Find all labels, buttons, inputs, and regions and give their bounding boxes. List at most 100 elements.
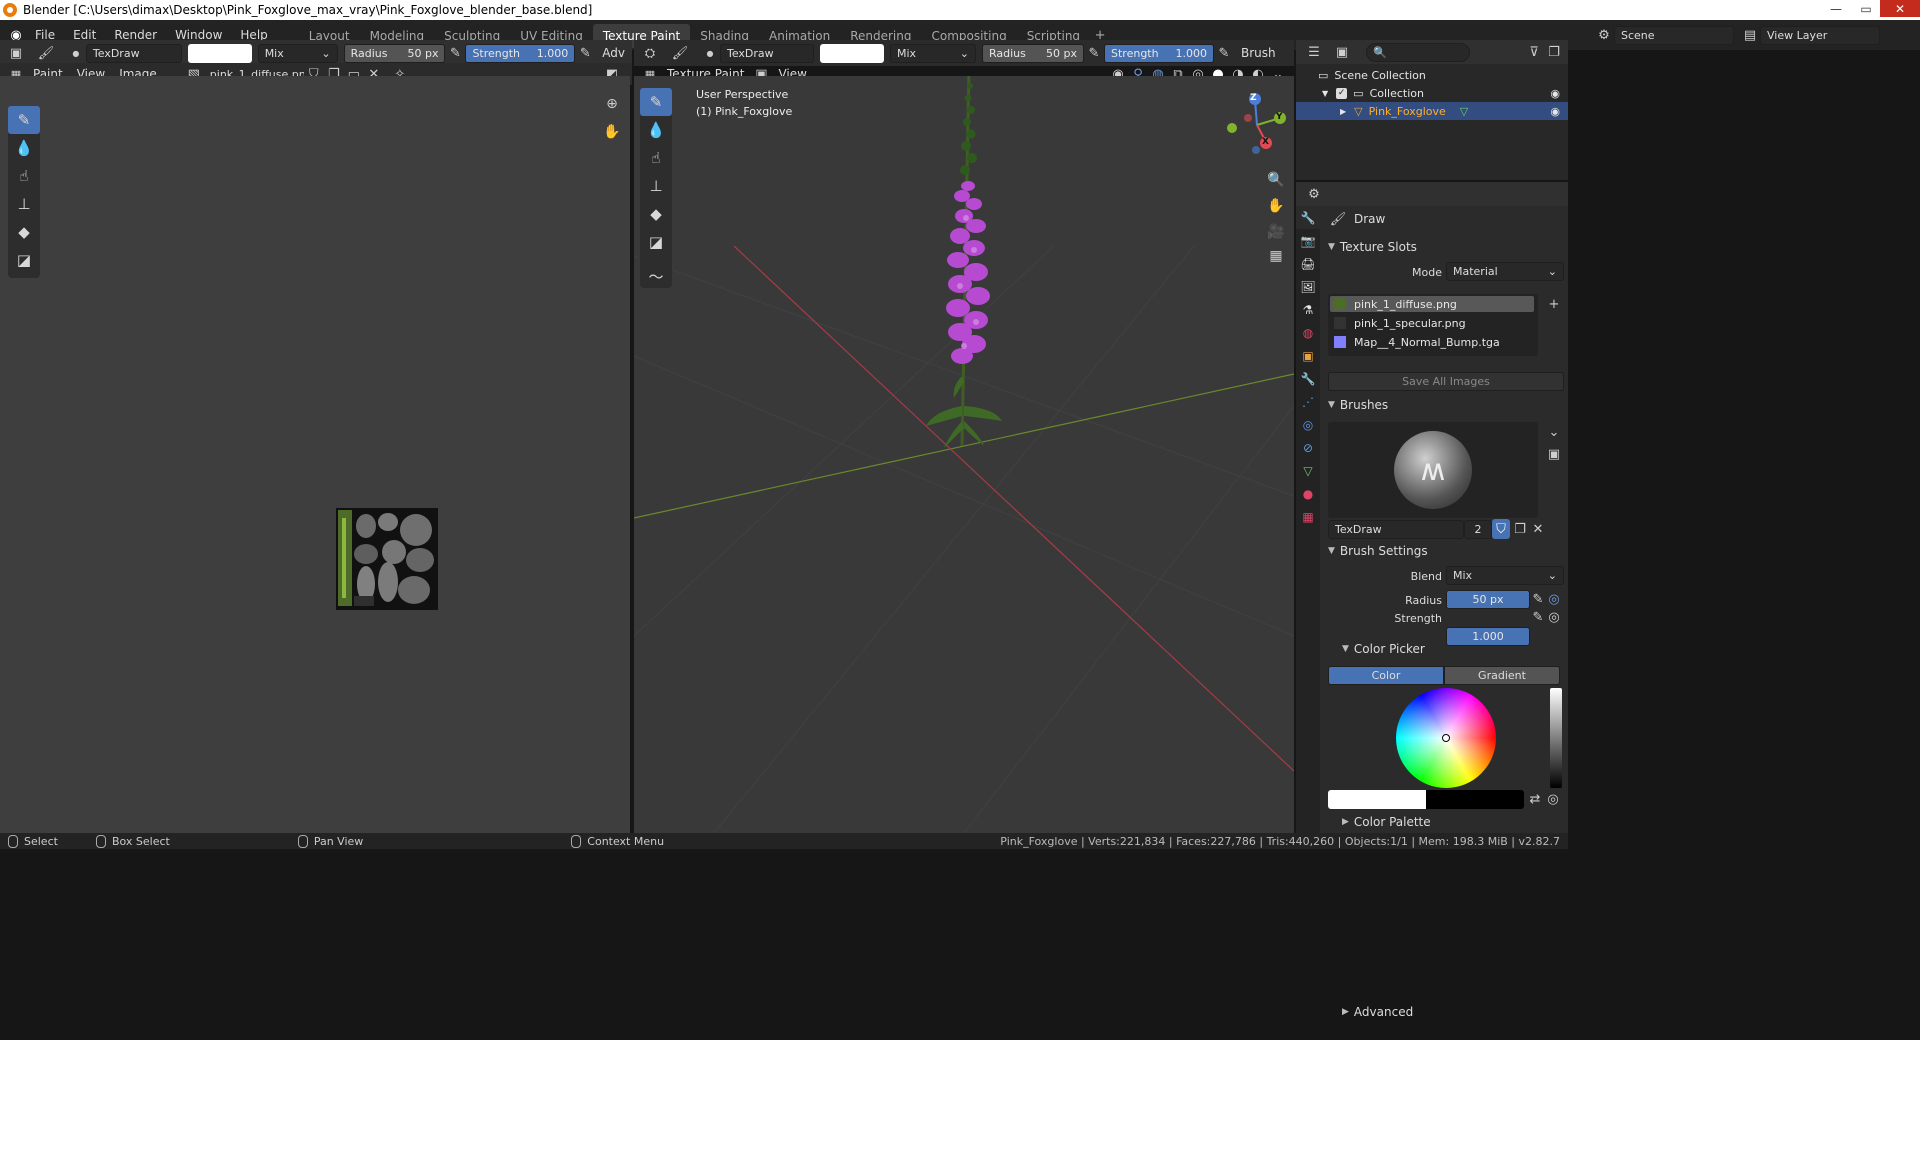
- display-mode-icon[interactable]: ▣: [1332, 42, 1352, 62]
- outliner-search-input[interactable]: 🔍: [1366, 42, 1470, 62]
- brushes-panel-header[interactable]: ▼ Brushes: [1322, 394, 1566, 416]
- view-layer-icon[interactable]: ▤: [1740, 25, 1760, 45]
- scene-tab-icon[interactable]: ⚗: [1296, 298, 1320, 321]
- unlink-brush-icon[interactable]: ✕: [1528, 519, 1548, 539]
- new-collection-icon[interactable]: ❐: [1544, 42, 1564, 62]
- texture-slot-item[interactable]: Map__4_Normal_Bump.tga: [1330, 334, 1534, 350]
- image-editor[interactable]: ✎ 💧 ☝ ⊥ ◆ ◪ 🔍 ✋ ⊕ ✋: [0, 76, 757, 833]
- collapse-icon[interactable]: ▼: [1322, 89, 1328, 98]
- editor-type-icon[interactable]: ▣: [6, 43, 26, 63]
- ortho-toggle-icon[interactable]: ▦: [1264, 244, 1288, 268]
- filter-icon[interactable]: ⊽: [1524, 42, 1544, 62]
- viewport-strength-pressure-icon[interactable]: ✎: [1214, 43, 1234, 63]
- camera-view-icon[interactable]: 🎥: [1264, 220, 1288, 244]
- viewport-smear-tool[interactable]: ☝: [640, 144, 672, 172]
- scene-selector[interactable]: Scene: [1614, 25, 1734, 45]
- brush-list-icon[interactable]: ⌄: [1544, 422, 1564, 442]
- world-tab-icon[interactable]: ◍: [1296, 321, 1320, 344]
- blend-mode-dropdown[interactable]: Mix ⌄: [257, 43, 338, 63]
- physics-tab-icon[interactable]: ◎: [1296, 413, 1320, 436]
- fill-tool[interactable]: ◆: [8, 218, 40, 246]
- annotate-tool[interactable]: 〜: [640, 262, 672, 290]
- viewport-fill-tool[interactable]: ◆: [640, 200, 672, 228]
- maximize-button[interactable]: ▭: [1852, 0, 1880, 17]
- save-all-images-button[interactable]: Save All Images: [1328, 372, 1564, 391]
- image-zoom-icon[interactable]: ⊕: [600, 92, 624, 116]
- radius-pressure-icon[interactable]: ✎: [445, 43, 465, 63]
- color-picker-subpanel-header[interactable]: ▼ Color Picker: [1336, 638, 1580, 660]
- brush-name-datablock[interactable]: TexDraw: [1328, 520, 1464, 539]
- clone-tool[interactable]: ⊥: [8, 190, 40, 218]
- soften-tool[interactable]: 💧: [8, 134, 40, 162]
- brush-name-field[interactable]: TexDraw: [85, 43, 182, 63]
- smear-tool[interactable]: ☝: [8, 162, 40, 190]
- object-visibility-icon[interactable]: ◉: [1550, 105, 1560, 118]
- strength-pen-icon[interactable]: ✎: [1530, 608, 1546, 627]
- viewport-soften-tool[interactable]: 💧: [640, 116, 672, 144]
- image-pan-icon[interactable]: ✋: [600, 120, 624, 144]
- radius-pen-icon[interactable]: ✎: [1530, 590, 1546, 609]
- mode-dropdown[interactable]: Material ⌄: [1446, 262, 1564, 281]
- duplicate-brush-icon[interactable]: ❐: [1510, 519, 1530, 539]
- brush-icon[interactable]: 🖌: [36, 43, 56, 63]
- outliner-collection[interactable]: ▼ ✓ ▭ Collection ◉: [1296, 84, 1568, 102]
- material-tab-icon[interactable]: ●: [1296, 482, 1320, 505]
- blend-dropdown[interactable]: Mix ⌄: [1446, 566, 1564, 585]
- brush-preview[interactable]: ʍ: [1328, 422, 1538, 518]
- viewport-draw-tool[interactable]: ✎: [640, 88, 672, 116]
- outliner-object-pink-foxglove[interactable]: ▶ ▽ Pink_Foxglove ▽ ◉: [1296, 102, 1568, 120]
- texture-slot-item[interactable]: pink_1_specular.png: [1330, 315, 1534, 331]
- radius-slider[interactable]: Radius 50 px: [343, 43, 446, 63]
- radius-unit-icon[interactable]: ◎: [1546, 590, 1562, 609]
- value-slider[interactable]: [1550, 688, 1562, 788]
- advanced-menu[interactable]: Adv: [595, 46, 632, 60]
- color-tab[interactable]: Color: [1328, 666, 1444, 685]
- strength-unit-icon[interactable]: ◎: [1546, 608, 1562, 627]
- expand-icon[interactable]: ▶: [1340, 107, 1346, 116]
- render-tab-icon[interactable]: 📷: [1296, 229, 1320, 252]
- tool-tab-icon[interactable]: 🔧: [1296, 206, 1320, 229]
- outliner-scene-collection[interactable]: ▭ Scene Collection: [1296, 66, 1568, 84]
- viewport-zoom-icon[interactable]: 🔍: [1264, 168, 1288, 192]
- viewport-brush-icon[interactable]: 🖌: [670, 43, 690, 63]
- color-wheel-cursor[interactable]: [1442, 734, 1450, 742]
- texture-tab-icon[interactable]: ▦: [1296, 505, 1320, 528]
- scene-icon[interactable]: ⚙: [1594, 25, 1614, 45]
- 3d-viewport[interactable]: User Perspective (1) Pink_Foxglove ✎ 💧 ☝…: [634, 76, 1294, 833]
- texture-slot-item[interactable]: pink_1_diffuse.png: [1330, 296, 1534, 312]
- brush-preview-toggle-icon[interactable]: ▣: [1544, 444, 1564, 464]
- add-texture-slot-icon[interactable]: +: [1544, 294, 1564, 314]
- viewport-brush-name-field[interactable]: TexDraw: [720, 43, 814, 63]
- properties-editor-icon[interactable]: ⚙: [1304, 184, 1324, 204]
- texture-slots-panel-header[interactable]: ▼ Texture Slots: [1322, 236, 1566, 258]
- collection-visibility-icon[interactable]: ◉: [1550, 87, 1560, 100]
- minimize-button[interactable]: —: [1822, 0, 1850, 17]
- viewport-mask-tool[interactable]: ◪: [640, 228, 672, 256]
- draw-tool[interactable]: ✎: [8, 106, 40, 134]
- axis-gizmo[interactable]: [1222, 90, 1292, 160]
- outliner-editor-icon[interactable]: ☰: [1304, 42, 1324, 62]
- viewport-radius-slider[interactable]: Radius 50 px: [982, 43, 1084, 63]
- data-tab-icon[interactable]: ▽: [1296, 459, 1320, 482]
- viewport-color-swatch[interactable]: [820, 43, 884, 63]
- mesh-data-icon[interactable]: ▽: [1460, 105, 1468, 118]
- primary-secondary-color[interactable]: [1328, 790, 1524, 809]
- strength-slider[interactable]: Strength 1.000: [465, 43, 576, 63]
- strength-pressure-icon[interactable]: ✎: [575, 43, 595, 63]
- constraints-tab-icon[interactable]: ⊘: [1296, 436, 1320, 459]
- viewport-blend-dropdown[interactable]: Mix ⌄: [890, 43, 976, 63]
- advanced-subpanel-header[interactable]: ▶ Advanced: [1336, 1004, 1413, 1020]
- output-tab-icon[interactable]: 🖨: [1296, 252, 1320, 275]
- color-swatch[interactable]: [187, 43, 252, 63]
- brush-menu[interactable]: Brush: [1234, 46, 1283, 60]
- brush-settings-panel-header[interactable]: ▼ Brush Settings: [1322, 540, 1566, 562]
- close-button[interactable]: ✕: [1880, 0, 1920, 17]
- particles-tab-icon[interactable]: ⋰: [1296, 390, 1320, 413]
- swap-colors-icon[interactable]: ⇄: [1526, 790, 1544, 809]
- viewport-strength-slider[interactable]: Strength 1.000: [1104, 43, 1214, 63]
- viewport-radius-pressure-icon[interactable]: ✎: [1084, 43, 1104, 63]
- modifier-tab-icon[interactable]: 🔧: [1296, 367, 1320, 390]
- color-palette-subpanel-header[interactable]: ▶ Color Palette: [1336, 814, 1580, 830]
- gradient-tab[interactable]: Gradient: [1444, 666, 1560, 685]
- fake-user-shield-icon[interactable]: ⛉: [1492, 519, 1510, 539]
